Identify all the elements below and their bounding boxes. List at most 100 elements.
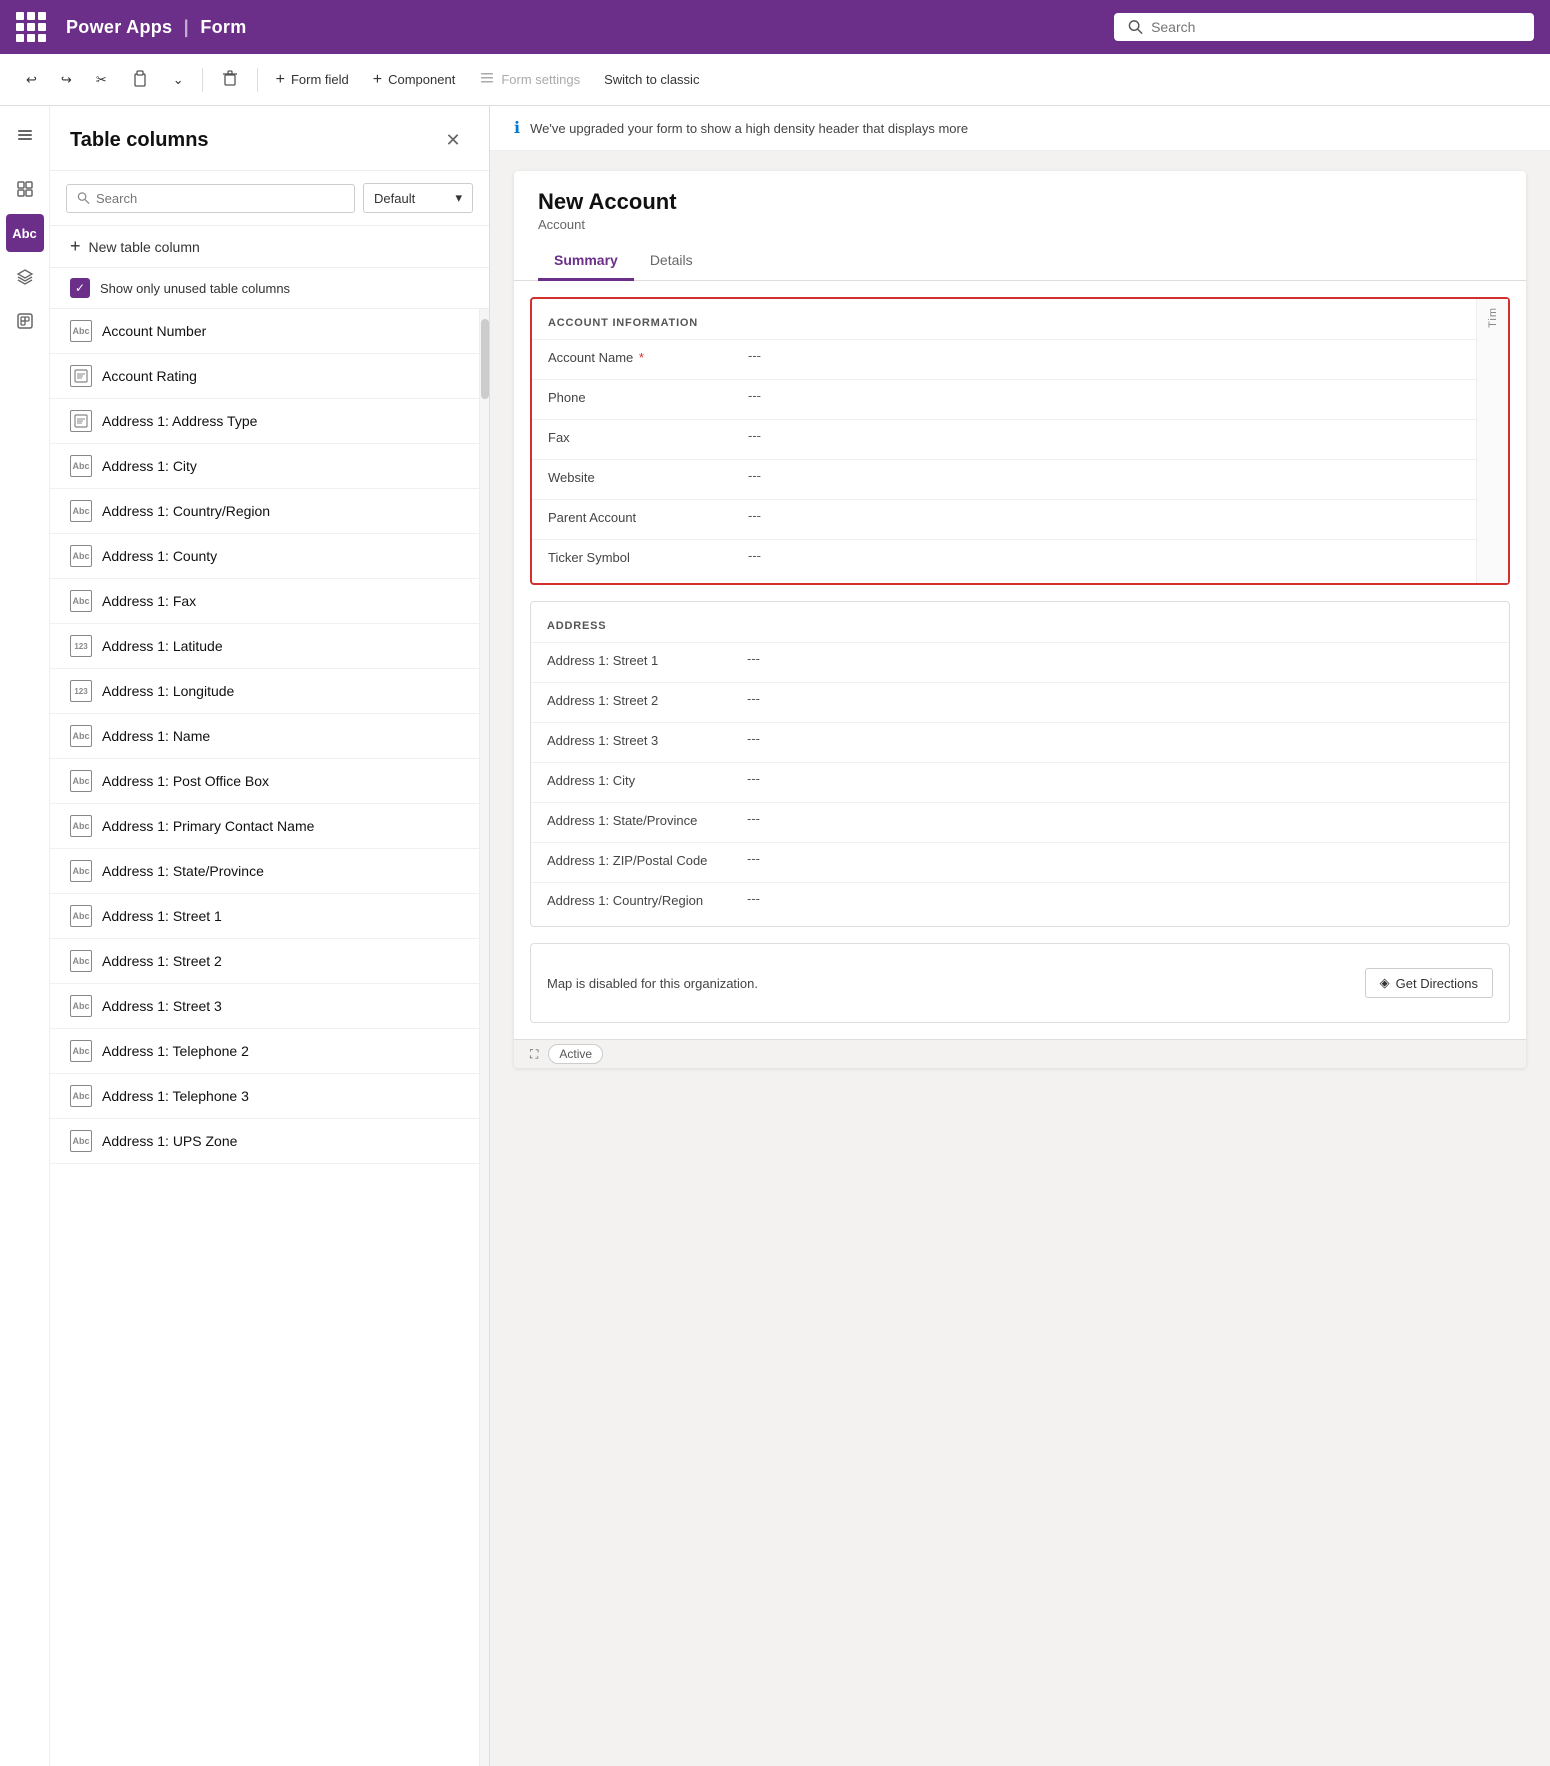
expand-icon[interactable]: ⛶ [530,1047,538,1062]
checkbox-checked-icon: ✓ [70,278,90,298]
column-list-item[interactable]: 123Address 1: Latitude [50,624,479,669]
navbar: Power Apps | Form [0,0,1550,54]
form-field-row[interactable]: Address 1: State/Province--- [531,802,1509,842]
form-field-row[interactable]: Address 1: City--- [531,762,1509,802]
tab-details[interactable]: Details [634,242,709,281]
component-button[interactable]: + Component [363,65,466,95]
field-label: Address 1: ZIP/Postal Code [547,851,747,868]
form-field-row[interactable]: Address 1: ZIP/Postal Code--- [531,842,1509,882]
column-list-item[interactable]: AbcAddress 1: County [50,534,479,579]
undo-button[interactable]: ↩ [16,66,47,94]
column-list-item[interactable]: AbcAddress 1: Fax [50,579,479,624]
banner-text: We've upgraded your form to show a high … [530,121,968,136]
column-name-label: Address 1: Telephone 3 [102,1088,249,1104]
sidebar-icon-hamburger[interactable] [6,116,44,154]
global-search-box[interactable] [1114,13,1534,41]
form-area: New Account Account Summary Details ACCO… [490,151,1550,1766]
cut-button[interactable]: ✂ [86,66,117,94]
side-tab-label: Tim [1487,307,1499,328]
required-indicator: * [635,350,644,365]
field-label: Account Name * [548,348,748,365]
delete-button[interactable] [211,63,249,96]
form-field-row[interactable]: Address 1: Street 2--- [531,682,1509,722]
panel-search-box[interactable] [66,184,355,213]
paste-button[interactable] [121,63,159,96]
column-list-item[interactable]: Address 1: Address Type [50,399,479,444]
status-bar: ⛶ Active [514,1039,1526,1068]
form-field-row[interactable]: Fax--- [532,419,1476,459]
column-type-icon: Abc [70,1085,92,1107]
column-list-item[interactable]: AbcAddress 1: Country/Region [50,489,479,534]
form-field-button[interactable]: + Form field [266,65,359,95]
sidebar-icon-dashboard[interactable] [6,170,44,208]
field-label: Address 1: City [547,771,747,788]
app-title: Power Apps | Form [66,17,247,38]
settings-icon [479,70,495,89]
column-name-label: Address 1: Country/Region [102,503,270,519]
info-banner: ℹ We've upgraded your form to show a hig… [490,106,1550,151]
column-list-item[interactable]: 123Address 1: Longitude [50,669,479,714]
field-label: Phone [548,388,748,405]
field-value: --- [747,771,1493,786]
column-list-item[interactable]: Abc Address 1: Telephone 3 [50,1074,479,1119]
status-badge: Active [548,1044,603,1064]
field-label: Website [548,468,748,485]
form-field-row[interactable]: Address 1: Country/Region--- [531,882,1509,922]
get-directions-button[interactable]: ◈ Get Directions [1365,968,1493,998]
panel-search-input[interactable] [96,191,344,206]
sidebar-icon-components[interactable] [6,302,44,340]
column-list-item[interactable]: AbcAddress 1: Post Office Box [50,759,479,804]
redo-icon: ↪ [61,72,72,88]
field-label: Address 1: Street 1 [547,651,747,668]
column-list-item[interactable]: AbcAccount Number [50,309,479,354]
field-label: Address 1: State/Province [547,811,747,828]
column-name-label: Address 1: Post Office Box [102,773,269,789]
form-field-row[interactable]: Ticker Symbol--- [532,539,1476,579]
column-list-item[interactable]: AbcAddress 1: City [50,444,479,489]
column-type-icon: Abc [70,1130,92,1152]
app-grid-icon[interactable] [16,12,46,42]
form-field-row[interactable]: Address 1: Street 3--- [531,722,1509,762]
column-type-icon: Abc [70,995,92,1017]
panel-scrollbar[interactable] [479,309,489,1766]
main-content: ℹ We've upgraded your form to show a hig… [490,106,1550,1766]
panel-close-button[interactable]: ✕ [437,124,469,156]
page-name: Form [200,17,246,37]
form-field-row[interactable]: Phone--- [532,379,1476,419]
field-value: --- [747,691,1493,706]
dropdown-button[interactable]: ⌄ [163,66,194,94]
form-field-row[interactable]: Website--- [532,459,1476,499]
form-field-row[interactable]: Address 1: Street 1--- [531,642,1509,682]
sidebar-icon-table-columns[interactable]: Abc [6,214,44,252]
new-column-plus-icon: + [70,236,81,257]
column-list-item[interactable]: AbcAddress 1: Street 3 [50,984,479,1029]
column-list-item[interactable]: AbcAddress 1: Street 2 [50,939,479,984]
form-settings-button[interactable]: Form settings [469,64,590,95]
panel-dropdown[interactable]: Default ▾ [363,183,473,213]
toolbar: ↩ ↪ ✂ ⌄ + Form field + Component Form se… [0,54,1550,106]
column-list-item[interactable]: AbcAddress 1: UPS Zone [50,1119,479,1164]
address-section-label: ADDRESS [531,614,1509,642]
new-column-row[interactable]: + New table column [50,226,489,268]
sidebar-icon-layers[interactable] [6,258,44,296]
column-list-item[interactable]: AbcAddress 1: Street 1 [50,894,479,939]
form-field-row[interactable]: Parent Account--- [532,499,1476,539]
form-field-row[interactable]: Account Name *--- [532,339,1476,379]
field-label: Ticker Symbol [548,548,748,565]
column-list-item[interactable]: AbcAddress 1: Telephone 2 [50,1029,479,1074]
show-unused-checkbox-row[interactable]: ✓ Show only unused table columns [50,268,489,309]
column-list-item[interactable]: AbcAddress 1: Primary Contact Name [50,804,479,849]
form-field-label: Form field [291,72,349,87]
column-list-item[interactable]: AbcAddress 1: Name [50,714,479,759]
map-disabled-text: Map is disabled for this organization. [547,976,758,991]
sidebar-icons: Abc [0,106,50,1766]
column-type-icon: Abc [70,950,92,972]
switch-classic-button[interactable]: Switch to classic [594,66,709,93]
navbar-search-input[interactable] [1151,19,1520,35]
tab-summary[interactable]: Summary [538,242,634,281]
column-list-item[interactable]: Account Rating [50,354,479,399]
redo-button[interactable]: ↪ [51,66,82,94]
column-name-label: Address 1: Name [102,728,210,744]
account-info-section-label: ACCOUNT INFORMATION [532,311,1476,339]
column-list-item[interactable]: AbcAddress 1: State/Province [50,849,479,894]
